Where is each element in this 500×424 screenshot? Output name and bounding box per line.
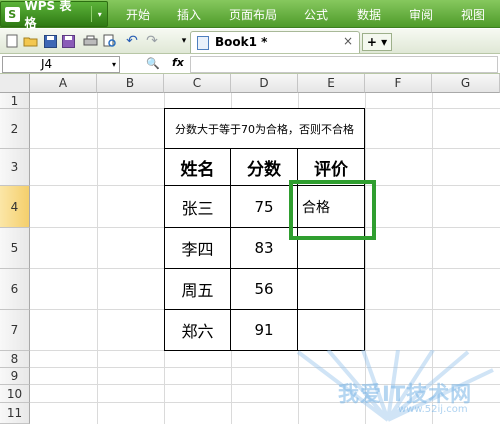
chevron-down-icon[interactable]: ▾ (91, 6, 107, 22)
spreadsheet-doc-icon (197, 36, 209, 50)
highlight-box (289, 180, 376, 240)
row-header-11[interactable]: 11 (0, 403, 30, 424)
new-tab-button[interactable]: + ▾ (362, 33, 392, 51)
row-header-8[interactable]: 8 (0, 351, 30, 368)
undo-icon[interactable]: ↶ (124, 33, 140, 49)
note-cell[interactable]: 分数大于等于70为合格，否则不合格 (164, 108, 365, 149)
result-cell[interactable] (298, 310, 365, 351)
save-as-icon[interactable] (60, 33, 76, 49)
print-icon[interactable] (82, 33, 98, 49)
name-cell[interactable]: 张三 (164, 186, 231, 228)
name-box[interactable]: J4 ▾ (2, 56, 120, 73)
row-header-10[interactable]: 10 (0, 385, 30, 403)
gridline (30, 384, 500, 385)
name-cell[interactable]: 郑六 (164, 310, 231, 351)
row-header-4[interactable]: 4 (0, 186, 30, 228)
menu-item-view[interactable]: 视图 (461, 6, 485, 23)
row-header-7[interactable]: 7 (0, 310, 30, 351)
wps-app-menu-button[interactable]: S WPS 表格 ▾ (0, 0, 108, 30)
row-header-3[interactable]: 3 (0, 149, 30, 186)
column-header-e[interactable]: E (298, 74, 365, 93)
gridline (30, 367, 500, 368)
document-tab[interactable]: Book1 * × (190, 31, 360, 53)
column-header-a[interactable]: A (30, 74, 97, 93)
score-cell[interactable]: 56 (231, 269, 298, 310)
menu-item-home[interactable]: 开始 (126, 6, 150, 23)
select-all-corner[interactable] (0, 74, 30, 93)
score-cell[interactable]: 91 (231, 310, 298, 351)
wps-logo-icon: S (5, 6, 20, 22)
print-preview-icon[interactable] (102, 33, 118, 49)
header-name-cell[interactable]: 姓名 (164, 149, 231, 186)
formula-bar: J4 ▾ 🔍 fx (0, 55, 500, 74)
row-header-5[interactable]: 5 (0, 228, 30, 269)
score-cell[interactable]: 83 (231, 228, 298, 269)
quick-access-toolbar: ↶ ↷ ▾ Book1 * × + ▾ (0, 29, 500, 54)
menu-bar: S WPS 表格 ▾ 开始 插入 页面布局 公式 数据 审阅 视图 (0, 0, 500, 30)
header-score-cell[interactable]: 分数 (231, 149, 298, 186)
row-header-2[interactable]: 2 (0, 109, 30, 149)
formula-input[interactable] (190, 56, 498, 73)
zoom-icon[interactable]: 🔍 (146, 57, 160, 70)
row-header-6[interactable]: 6 (0, 269, 30, 310)
column-header-b[interactable]: B (97, 74, 164, 93)
menu-item-formulas[interactable]: 公式 (304, 6, 328, 23)
gridline (30, 402, 500, 403)
column-header-d[interactable]: D (231, 74, 298, 93)
cell-reference: J4 (41, 57, 53, 71)
open-folder-icon[interactable] (22, 33, 38, 49)
result-cell[interactable] (298, 269, 365, 310)
name-cell[interactable]: 周五 (164, 269, 231, 310)
score-cell[interactable]: 75 (231, 186, 298, 228)
row-header-9[interactable]: 9 (0, 368, 30, 385)
gridline (97, 93, 98, 424)
app-title: WPS 表格 (24, 0, 72, 30)
menu-item-review[interactable]: 审阅 (409, 6, 433, 23)
watermark-logo: 我爱IT技术网 www.52ij.com (288, 350, 498, 422)
watermark-text: 我爱IT技术网 (338, 382, 473, 406)
redo-icon[interactable]: ↷ (144, 33, 160, 49)
save-icon[interactable] (42, 33, 58, 49)
name-cell[interactable]: 李四 (164, 228, 231, 269)
document-tab-title: Book1 * (215, 35, 268, 49)
watermark-rays-icon (296, 350, 494, 422)
gridline (365, 93, 366, 424)
menu-item-page-layout[interactable]: 页面布局 (229, 6, 277, 23)
new-doc-icon[interactable] (4, 33, 20, 49)
row-header-1[interactable]: 1 (0, 93, 30, 109)
chevron-down-icon[interactable]: ▾ (112, 57, 116, 72)
menu-item-data[interactable]: 数据 (357, 6, 381, 23)
column-header-g[interactable]: G (432, 74, 500, 93)
column-header-f[interactable]: F (365, 74, 432, 93)
close-icon[interactable]: × (343, 34, 353, 48)
column-header-c[interactable]: C (164, 74, 231, 93)
insert-function-icon[interactable]: fx (172, 56, 184, 69)
menu-item-insert[interactable]: 插入 (177, 6, 201, 23)
gridline (432, 93, 433, 424)
